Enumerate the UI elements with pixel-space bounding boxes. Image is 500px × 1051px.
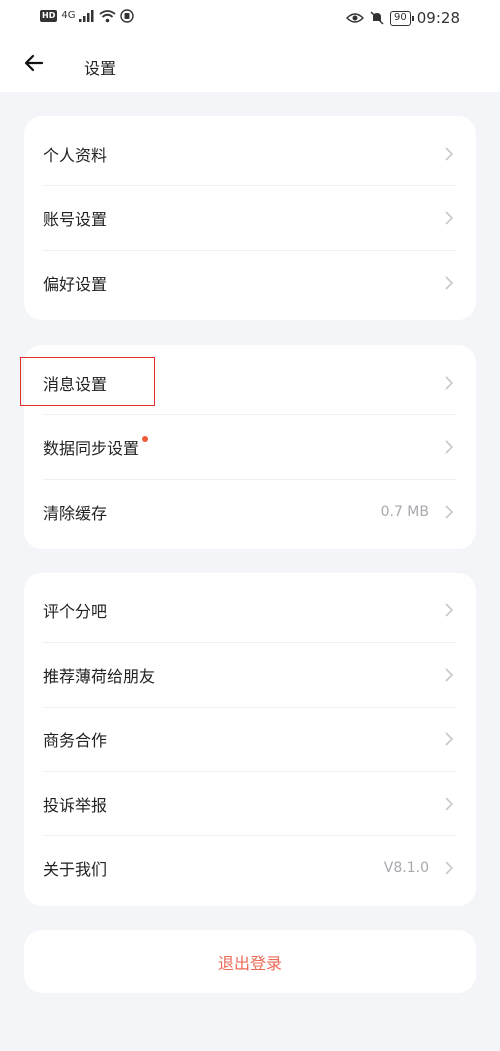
menu-item-label: 评个分吧 [43, 602, 108, 621]
menu-item-rate-us[interactable]: 评个分吧 [43, 578, 457, 642]
menu-item-label: 偏好设置 [43, 275, 108, 294]
chevron-right-icon [445, 376, 453, 390]
chevron-right-icon [445, 276, 453, 290]
status-time: 09:28 [416, 9, 460, 27]
app-version: V8.1.0 [383, 860, 429, 876]
eye-icon [346, 13, 365, 23]
menu-item-label: 账号设置 [43, 210, 108, 229]
chevron-right-icon [445, 211, 453, 225]
cache-size: 0.7 MB [380, 504, 429, 520]
menu-item-label: 投诉举报 [43, 796, 108, 815]
hd-icon: HD [40, 10, 58, 22]
chevron-right-icon [445, 668, 453, 682]
menu-item-recommend-to-friends[interactable]: 推荐薄荷给朋友 [43, 643, 457, 707]
menu-item-preference-settings[interactable]: 偏好设置 [43, 251, 457, 315]
menu-item-complaint-report[interactable]: 投诉举报 [43, 772, 457, 836]
menu-item-label: 清除缓存 [43, 504, 108, 523]
menu-item-clear-cache[interactable]: 清除缓存 0.7 MB [43, 480, 457, 544]
settings-group-1: 个人资料 账号设置 偏好设置 [24, 116, 476, 320]
chevron-right-icon [445, 440, 453, 454]
menu-item-message-settings[interactable]: 消息设置 [43, 351, 457, 415]
chevron-right-icon [445, 147, 453, 161]
menu-item-label: 个人资料 [43, 146, 108, 165]
page-title: 设置 [84, 59, 117, 78]
menu-item-data-sync-settings[interactable]: 数据同步设置 [43, 415, 457, 479]
menu-item-label: 推荐薄荷给朋友 [43, 667, 156, 686]
menu-item-label: 商务合作 [43, 731, 108, 750]
settings-group-2: 消息设置 数据同步设置 清除缓存 0.7 MB [24, 345, 476, 549]
notification-dot [142, 436, 149, 442]
menu-item-profile[interactable]: 个人资料 [43, 122, 457, 186]
back-arrow-icon[interactable] [22, 51, 46, 75]
mute-icon [370, 11, 384, 25]
signal-icon [79, 10, 94, 22]
menu-item-label: 关于我们 [43, 860, 108, 879]
menu-item-business-cooperation[interactable]: 商务合作 [43, 707, 457, 771]
settings-group-3: 评个分吧 推荐薄荷给朋友 商务合作 投诉举报 关于我们 V8.1.0 [24, 573, 476, 906]
logout-label: 退出登录 [217, 953, 282, 973]
chevron-right-icon [445, 505, 453, 519]
chevron-right-icon [445, 861, 453, 875]
logout-button[interactable]: 退出登录 [24, 930, 476, 993]
status-bar: HD 4G 90 09:28 [0, 0, 500, 38]
menu-item-label: 消息设置 [43, 375, 108, 394]
chevron-right-icon [445, 797, 453, 811]
menu-item-account-settings[interactable]: 账号设置 [43, 186, 457, 250]
wifi-icon [99, 9, 117, 22]
chevron-right-icon [445, 732, 453, 746]
chevron-right-icon [445, 603, 453, 617]
top-app-bar: 设置 [0, 38, 500, 92]
menu-item-about-us[interactable]: 关于我们 V8.1.0 [43, 836, 457, 900]
menu-item-label: 数据同步设置 [43, 439, 140, 458]
battery-icon: 90 [390, 10, 414, 26]
notification-icon [120, 9, 135, 23]
network-type: 4G [61, 10, 76, 21]
